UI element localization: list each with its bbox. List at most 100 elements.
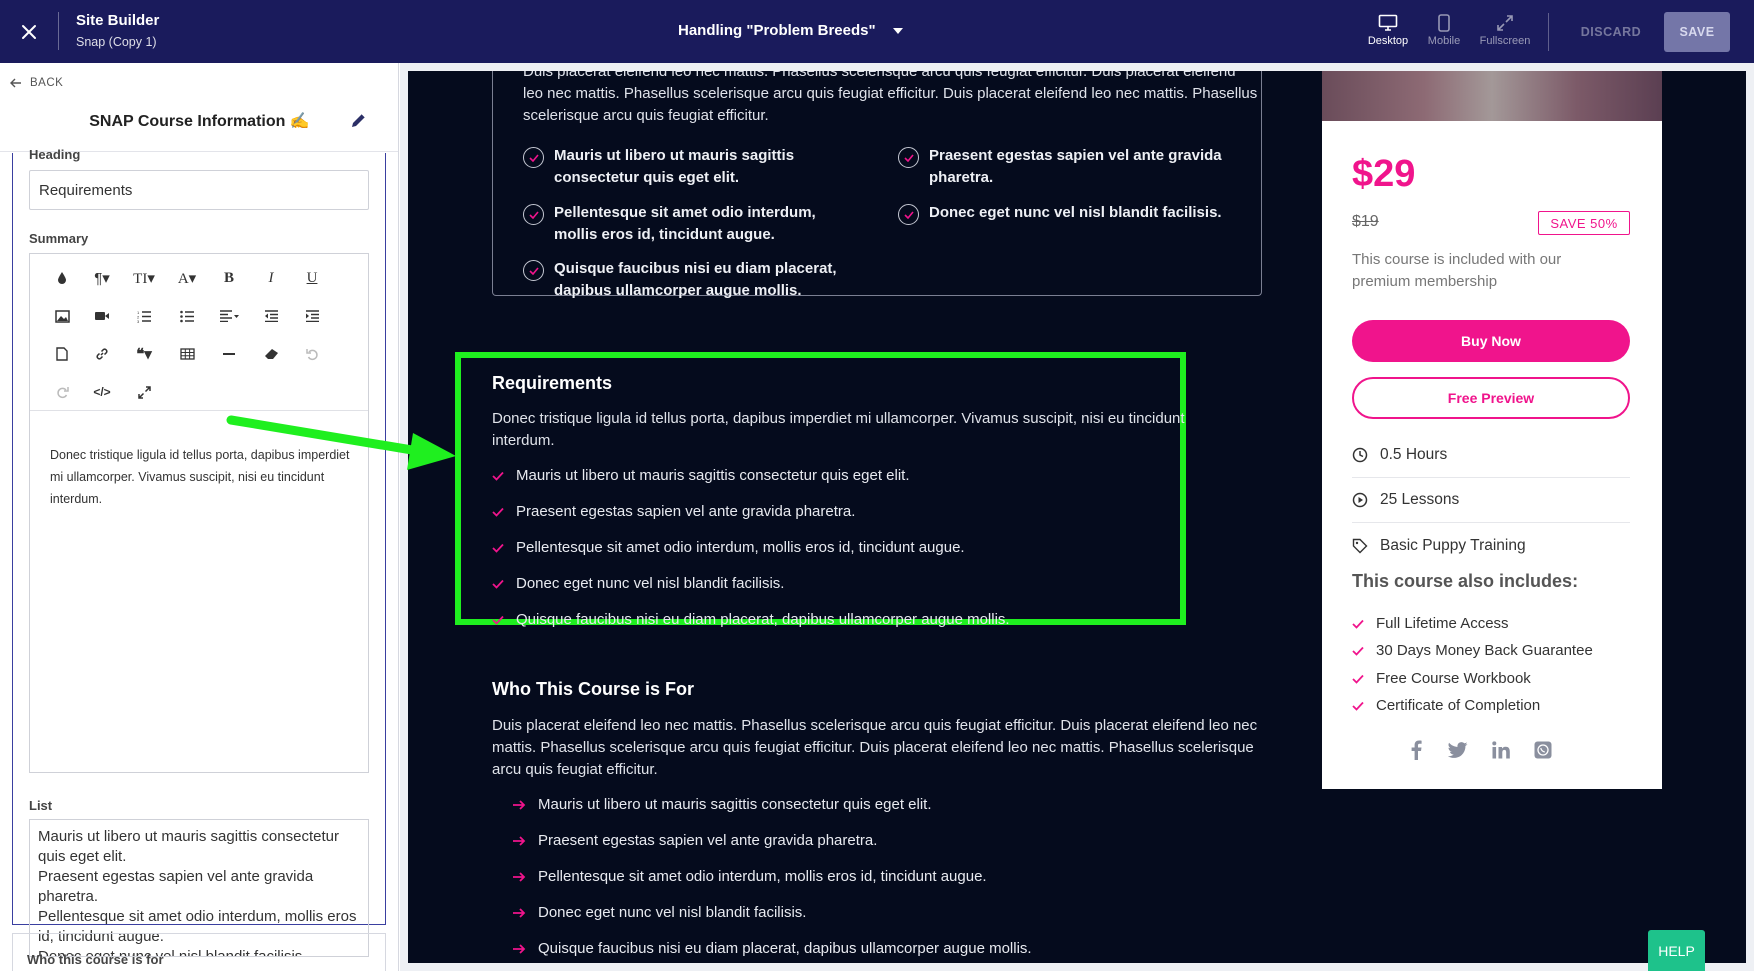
price-card: $29 $19 SAVE 50% This course is included…	[1322, 71, 1662, 789]
free-preview-button[interactable]: Free Preview	[1352, 377, 1630, 419]
summary-editor-content[interactable]: Donec tristique ligula id tellus porta, …	[50, 444, 350, 510]
save-button[interactable]: SAVE	[1664, 12, 1730, 52]
summary-label: Summary	[29, 231, 89, 246]
indent-button[interactable]	[295, 301, 329, 331]
close-button[interactable]	[14, 18, 44, 46]
file-icon	[56, 347, 68, 361]
learn-check-item: Pellentesque sit amet odio interdum, mol…	[523, 202, 853, 246]
insert-link-button[interactable]	[85, 339, 119, 369]
edit-title-button[interactable]	[350, 111, 372, 133]
course-thumbnail	[1322, 71, 1662, 121]
bullet-list-button[interactable]	[170, 301, 204, 331]
device-desktop-button[interactable]: Desktop	[1360, 14, 1416, 47]
code-view-button[interactable]: </>	[85, 377, 119, 407]
requirements-item: Donec eget nunc vel nisl blandit facilis…	[492, 575, 784, 592]
font-size-button[interactable]: TI▾	[127, 263, 161, 293]
mobile-icon	[1438, 14, 1450, 32]
svg-text:3: 3	[137, 319, 140, 323]
check-icon	[1352, 619, 1364, 629]
requirements-item-text: Quisque faucibus nisi eu diam placerat, …	[516, 611, 1010, 628]
help-button[interactable]: HELP	[1648, 930, 1705, 971]
paragraph-format-button[interactable]: ¶▾	[85, 263, 119, 293]
requirements-item-text: Mauris ut libero ut mauris sagittis cons…	[516, 467, 910, 484]
underline-button[interactable]: U	[295, 263, 329, 293]
summary-editor: ¶▾ TI▾ A▾ B I U 123 ❝▾ </> Donec tristiq…	[29, 253, 369, 773]
facebook-share-button[interactable]	[1404, 738, 1428, 762]
ordered-list-button[interactable]: 123	[127, 301, 161, 331]
arrow-right-icon	[513, 907, 526, 918]
topbar-divider-right	[1548, 13, 1549, 51]
who-for-item-text: Quisque faucibus nisi eu diam placerat, …	[538, 940, 1032, 957]
insert-file-button[interactable]	[45, 339, 79, 369]
requirements-heading: Requirements	[492, 373, 613, 393]
undo-icon	[305, 348, 318, 360]
save-badge: SAVE 50%	[1538, 211, 1630, 235]
learn-check-text: Donec eget nunc vel nisl blandit facilis…	[929, 204, 1222, 221]
circle-check-icon	[523, 260, 544, 281]
bullet-list-icon	[179, 310, 194, 322]
device-desktop-label: Desktop	[1367, 35, 1409, 47]
discard-button[interactable]: DISCARD	[1570, 14, 1652, 50]
twitter-icon	[1448, 742, 1468, 758]
horizontal-line-icon	[223, 353, 235, 355]
back-button[interactable]: BACK	[10, 77, 63, 89]
buy-now-button[interactable]: Buy Now	[1352, 320, 1630, 362]
text-color-button[interactable]	[45, 263, 79, 293]
font-size-icon: TI▾	[133, 270, 155, 287]
font-family-button[interactable]: A▾	[170, 263, 204, 293]
outdent-icon	[264, 310, 278, 322]
editor-fullscreen-button[interactable]	[127, 377, 161, 407]
list-line: Praesent egestas sapien vel ante gravida…	[38, 868, 314, 905]
check-icon	[1352, 674, 1364, 684]
bold-button[interactable]: B	[212, 263, 246, 293]
horizontal-line-button[interactable]	[212, 339, 246, 369]
heading-input[interactable]	[29, 170, 369, 210]
arrow-right-icon	[513, 799, 526, 810]
also-includes-text: Free Course Workbook	[1376, 670, 1531, 687]
redo-button[interactable]	[45, 377, 79, 407]
requirements-item: Praesent egestas sapien vel ante gravida…	[492, 503, 855, 520]
device-fullscreen-button[interactable]: Fullscreen	[1475, 14, 1535, 47]
old-price: $19	[1352, 213, 1379, 230]
linkedin-share-button[interactable]	[1489, 738, 1513, 762]
undo-button[interactable]	[295, 339, 329, 369]
ordered-list-icon: 123	[137, 310, 151, 323]
quote-icon: ❝▾	[136, 346, 152, 363]
next-section-box[interactable]: Who this course is for	[12, 933, 386, 971]
twitter-share-button[interactable]	[1446, 738, 1470, 762]
meta-hours-text: 0.5 Hours	[1380, 446, 1448, 463]
device-fullscreen-label: Fullscreen	[1479, 35, 1531, 47]
back-label: BACK	[30, 77, 64, 89]
device-mobile-button[interactable]: Mobile	[1416, 14, 1472, 47]
clock-icon	[1352, 447, 1368, 463]
outdent-button[interactable]	[254, 301, 288, 331]
insert-table-button[interactable]	[170, 339, 204, 369]
panel-title: SNAP Course Information ✍	[89, 113, 310, 130]
italic-button[interactable]: I	[254, 263, 288, 293]
align-button[interactable]	[212, 301, 246, 331]
learn-check-item: Praesent egestas sapien vel ante gravida…	[898, 145, 1238, 189]
insert-video-button[interactable]	[85, 301, 119, 331]
who-for-item: Donec eget nunc vel nisl blandit facilis…	[512, 904, 806, 921]
whatsapp-share-button[interactable]	[1531, 738, 1555, 762]
preview-area: Duis placerat eleifend leo nec mattis. P…	[400, 63, 1754, 971]
insert-image-button[interactable]	[45, 301, 79, 331]
app-titles: Site Builder Snap (Copy 1)	[76, 12, 159, 50]
page-selector[interactable]: Handling "Problem Breeds"	[678, 22, 904, 39]
tag-icon	[1352, 538, 1368, 553]
also-includes-text: Full Lifetime Access	[1376, 615, 1509, 632]
circle-check-icon	[523, 147, 544, 168]
who-for-item: Quisque faucibus nisi eu diam placerat, …	[512, 940, 1032, 957]
droplet-icon	[58, 272, 66, 284]
table-icon	[179, 348, 195, 360]
also-includes-heading: This course also includes:	[1352, 571, 1579, 591]
meta-hours: 0.5 Hours	[1352, 433, 1630, 478]
course-price: $29	[1352, 153, 1416, 195]
quote-button[interactable]: ❝▾	[127, 339, 161, 369]
clear-format-button[interactable]	[254, 339, 288, 369]
facebook-icon	[1411, 740, 1422, 760]
next-section-label: Who this course is for	[27, 952, 164, 967]
meta-lessons: 25 Lessons	[1352, 478, 1630, 523]
editor-toolbar: ¶▾ TI▾ A▾ B I U 123 ❝▾ </>	[30, 254, 368, 411]
included-text: This course is included with our premium…	[1352, 251, 1562, 290]
